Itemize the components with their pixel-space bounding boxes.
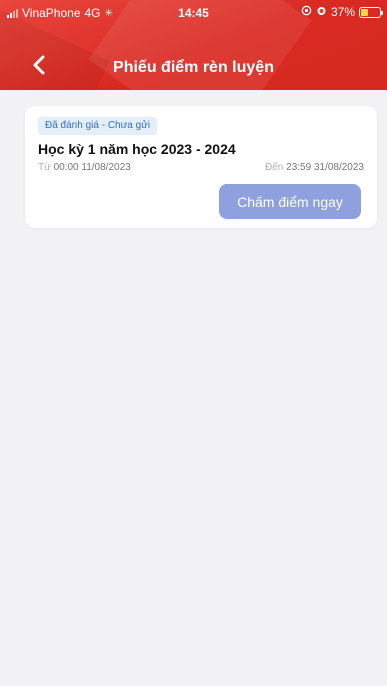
status-badge: Đã đánh giá - Chưa gửi <box>38 117 158 135</box>
end-date: Đến 23:59 31/08/2023 <box>265 162 364 173</box>
nav-bar: Phiếu điểm rèn luyện <box>0 45 387 89</box>
start-date: Từ 00:00 11/08/2023 <box>38 162 131 173</box>
rotation-lock-icon <box>301 5 312 19</box>
end-date-value: 23:59 31/08/2023 <box>286 162 364 173</box>
start-date-prefix: Từ <box>38 162 51 173</box>
status-bar: VinaPhone 4G ✳ 14:45 37% <box>0 0 387 26</box>
evaluation-card[interactable]: Đã đánh giá - Chưa gửi Học kỳ 1 năm học … <box>25 106 377 228</box>
app-header: VinaPhone 4G ✳ 14:45 37% Phiếu điểm rèn … <box>0 0 387 90</box>
grade-now-button[interactable]: Chấm điểm ngay <box>219 184 361 219</box>
start-date-value: 00:00 11/08/2023 <box>53 162 131 173</box>
alarm-icon <box>316 5 327 19</box>
semester-title: Học kỳ 1 năm học 2023 - 2024 <box>38 141 236 157</box>
end-date-prefix: Đến <box>265 162 284 173</box>
battery-icon <box>359 6 383 18</box>
battery-level <box>361 8 368 16</box>
status-right: 37% <box>301 5 383 19</box>
battery-percent: 37% <box>330 5 355 19</box>
page-title: Phiếu điểm rèn luyện <box>113 59 274 76</box>
